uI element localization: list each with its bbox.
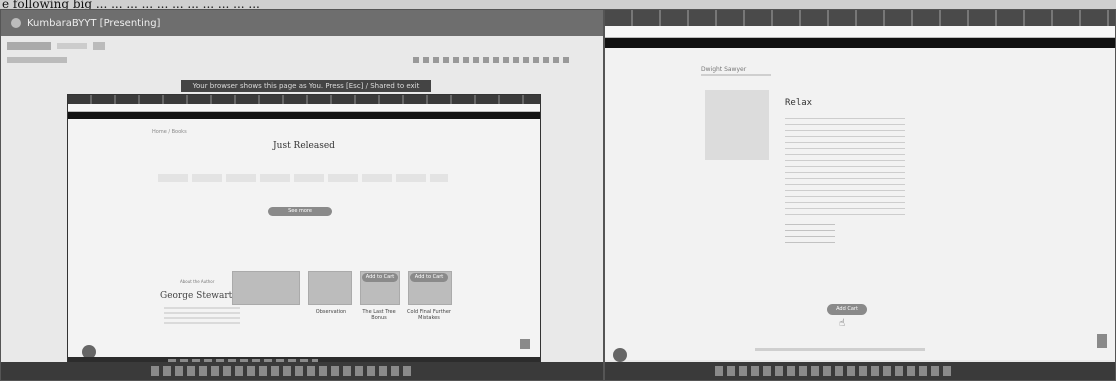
page-intro-text (158, 174, 448, 182)
breadcrumb[interactable]: Home / Books (152, 129, 187, 135)
left-taskbar-icons[interactable] (151, 366, 411, 376)
inner-page: Home / Books Just Released See more Abou… (68, 119, 540, 359)
author-bio (164, 307, 240, 327)
book-label-1: Observation (315, 309, 347, 315)
right-taskbar-icons[interactable] (715, 366, 955, 376)
right-bookmarks-bar[interactable] (605, 38, 1115, 48)
book-meta (785, 224, 835, 246)
see-more-button[interactable]: See more (268, 207, 332, 216)
meet-title: KumbaraBYYT [Presenting] (27, 17, 161, 29)
book-cover-1[interactable] (232, 271, 300, 305)
book-author-header: Dwight Sawyer (701, 66, 747, 73)
chat-bubble-icon[interactable] (613, 348, 627, 362)
add-to-cart-button-2[interactable]: Add to Cart (410, 273, 448, 282)
author-label: About the Author (180, 279, 215, 284)
tab-one[interactable] (7, 42, 51, 50)
book-title: Relax (785, 98, 813, 108)
new-tab-icon[interactable] (93, 42, 105, 50)
left-address-row[interactable] (1, 54, 603, 66)
right-browser-tabs[interactable] (605, 10, 1115, 26)
right-address-bar[interactable] (605, 26, 1115, 38)
figure: e following big ... ... ... ... ... ... … (0, 0, 1116, 381)
meet-logo-icon (11, 18, 21, 28)
meet-title-bar: KumbaraBYYT [Presenting] (1, 10, 603, 36)
page-footer (755, 348, 925, 351)
add-to-cart-button[interactable]: Add Cart (827, 304, 867, 315)
presentation-banner: Your browser shows this page as You. Pre… (181, 80, 431, 92)
book-author-sub (701, 74, 771, 76)
shared-browser-window: Home / Books Just Released See more Abou… (67, 94, 541, 372)
book-cover (705, 90, 769, 160)
scroll-to-top-icon[interactable] (1097, 334, 1107, 348)
inner-browser-tabs[interactable] (68, 95, 540, 104)
right-screenshot: Dwight Sawyer Relax Add Cart ☝ (604, 9, 1116, 381)
inner-bookmarks-bar[interactable] (68, 112, 540, 119)
book-description (785, 118, 905, 218)
left-browser-tabs[interactable] (1, 40, 603, 52)
author-name: George Stewart (160, 291, 233, 301)
add-to-cart-button-1[interactable]: Add to Cart (362, 273, 398, 282)
inner-address-bar[interactable] (68, 104, 540, 112)
book-label-2: The Last Tree Bonus (362, 309, 396, 321)
tab-two[interactable] (57, 43, 87, 49)
address-bar[interactable] (7, 57, 67, 63)
page-title: Just Released (273, 141, 335, 151)
toolbar-icons[interactable] (413, 57, 573, 63)
right-windows-taskbar (605, 362, 1115, 380)
book-cover-2[interactable] (308, 271, 352, 305)
scroll-to-top-icon[interactable] (520, 339, 530, 349)
left-windows-taskbar (1, 362, 603, 380)
book-label-3: Cold Final Further Mistakes (407, 309, 451, 321)
mouse-cursor-icon: ☝ (839, 318, 846, 329)
caption-top: e following big ... ... ... ... ... ... … (2, 0, 260, 9)
left-screenshot: KumbaraBYYT [Presenting] Your browser sh… (0, 9, 604, 381)
